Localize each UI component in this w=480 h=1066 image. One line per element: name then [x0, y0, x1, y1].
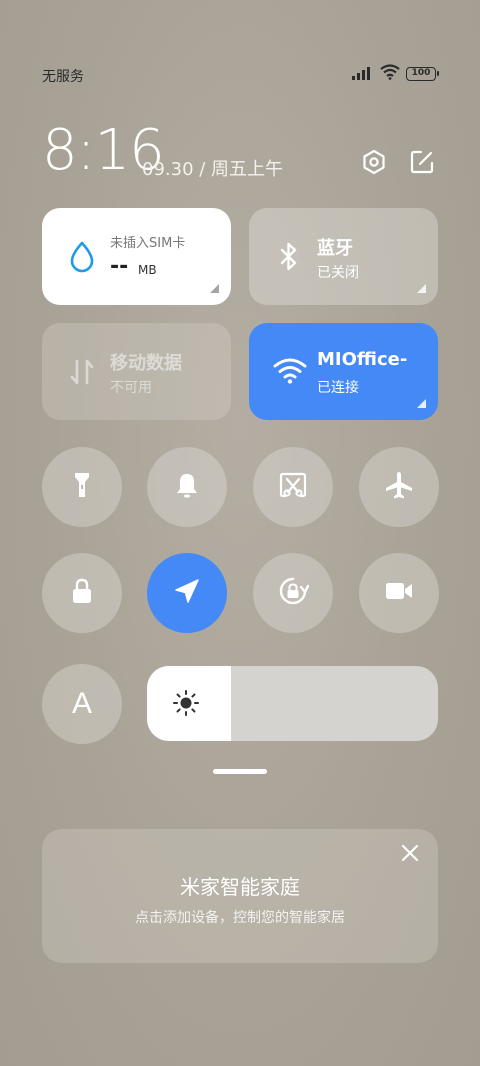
bluetooth-tile[interactable]: 蓝牙 已关闭	[249, 208, 438, 305]
flashlight-icon	[68, 470, 96, 504]
drag-handle[interactable]	[213, 769, 267, 774]
status-bar: 无服务 100	[42, 62, 439, 90]
location-arrow-icon	[173, 577, 201, 609]
bluetooth-icon	[273, 240, 305, 272]
auto-brightness-label: A	[71, 687, 92, 720]
ringer-toggle[interactable]	[147, 447, 227, 527]
screenshot-toggle[interactable]	[253, 447, 333, 527]
wifi-tile[interactable]: MIOffice- 已连接	[249, 323, 438, 420]
expand-corner-icon	[210, 284, 219, 293]
scissors-screenshot-icon	[278, 470, 308, 504]
bell-icon	[173, 470, 201, 504]
bluetooth-status: 已关闭	[317, 265, 359, 281]
smart-home-title: 米家智能家庭	[180, 875, 300, 899]
rotation-lock-icon	[277, 575, 310, 611]
close-icon[interactable]	[398, 841, 422, 865]
settings-hexagon-icon	[361, 149, 387, 179]
wifi-status: 已连接	[317, 380, 359, 396]
data-usage-unit: MB	[138, 263, 157, 277]
edit-button[interactable]	[408, 150, 436, 178]
lock-icon	[68, 576, 96, 610]
wifi-icon	[273, 355, 307, 387]
airplane-icon	[383, 469, 415, 505]
settings-button[interactable]	[360, 149, 388, 179]
mobile-data-status: 不可用	[110, 380, 152, 396]
status-icons: 100	[352, 64, 439, 84]
flashlight-toggle[interactable]	[42, 447, 122, 527]
data-usage-value: --	[110, 254, 129, 279]
mobile-data-tile[interactable]: 移动数据 不可用	[42, 323, 231, 420]
sun-icon	[171, 688, 201, 718]
sim-status-label: 未插入SIM卡	[110, 236, 186, 251]
location-toggle[interactable]	[147, 553, 227, 633]
smart-home-subtitle: 点击添加设备，控制您的智能家居	[135, 910, 345, 926]
brightness-slider[interactable]	[147, 666, 438, 741]
battery-icon: 100	[406, 67, 439, 81]
lock-screen-toggle[interactable]	[42, 553, 122, 633]
expand-corner-icon	[417, 284, 426, 293]
mobile-data-arrows-icon	[66, 355, 98, 387]
wifi-network-name: MIOffice-	[317, 349, 408, 370]
wifi-status-icon	[380, 64, 400, 84]
screen-record-toggle[interactable]	[359, 553, 439, 633]
airplane-mode-toggle[interactable]	[359, 447, 439, 527]
sim-data-tile[interactable]: 未插入SIM卡 -- MB	[42, 208, 231, 305]
mobile-data-label: 移动数据	[110, 353, 182, 374]
edit-icon	[409, 149, 435, 179]
smart-home-card[interactable]: 米家智能家庭 点击添加设备，控制您的智能家居	[42, 829, 438, 963]
signal-icon	[352, 65, 374, 84]
auto-brightness-toggle[interactable]: A	[42, 664, 122, 744]
bluetooth-label: 蓝牙	[317, 238, 353, 259]
header-actions	[360, 149, 436, 179]
expand-corner-icon	[417, 399, 426, 408]
video-camera-icon	[384, 579, 414, 607]
water-drop-icon	[66, 240, 98, 273]
rotation-lock-toggle[interactable]	[253, 553, 333, 633]
carrier-label: 无服务	[42, 69, 84, 85]
date-label: 09.30 / 周五上午	[142, 159, 284, 180]
